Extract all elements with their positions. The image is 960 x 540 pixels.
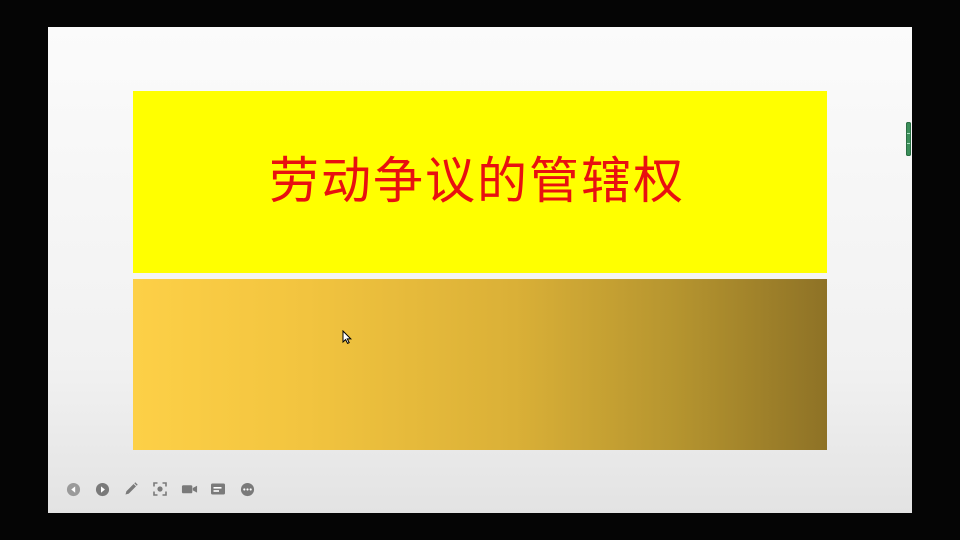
camera-icon <box>181 485 197 494</box>
focus-button[interactable] <box>151 480 169 498</box>
slide-title: 劳动争议的管辖权 <box>269 152 685 210</box>
slide-viewer: 劳动争议的管辖权 <box>48 27 912 513</box>
pen-button[interactable] <box>122 480 140 498</box>
focus-icon <box>153 482 167 496</box>
presentation-toolbar <box>64 480 256 498</box>
subtitle-button[interactable] <box>209 480 227 498</box>
more-button[interactable] <box>238 480 256 498</box>
previous-slide-icon <box>66 482 80 496</box>
side-panel-handle[interactable] <box>906 122 911 156</box>
previous-slide-button[interactable] <box>64 480 82 498</box>
content-banner <box>133 279 827 450</box>
mouse-cursor-icon <box>342 329 352 345</box>
next-slide-button[interactable] <box>93 480 111 498</box>
subtitle-icon <box>211 483 225 494</box>
next-slide-icon <box>95 482 109 496</box>
camera-button[interactable] <box>180 480 198 498</box>
more-icon <box>240 482 254 496</box>
pen-icon <box>125 482 138 495</box>
